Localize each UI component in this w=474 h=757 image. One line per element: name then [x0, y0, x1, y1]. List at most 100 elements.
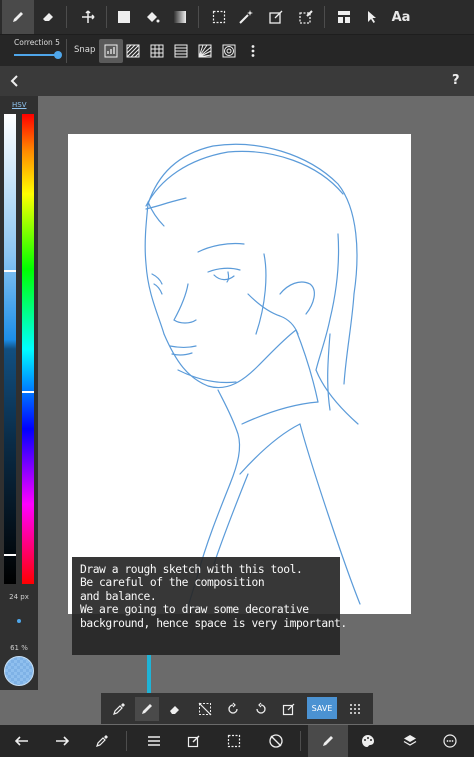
correction-slider[interactable]: [14, 51, 62, 59]
undo-icon: [15, 736, 28, 746]
chevron-left-icon: [10, 75, 18, 87]
snap-grid-button[interactable]: [145, 39, 169, 63]
palette-icon: [362, 735, 374, 747]
select-pen-icon: [299, 10, 313, 24]
correction-slider-knob[interactable]: [54, 51, 62, 59]
current-color-swatch[interactable]: [4, 656, 34, 686]
concentric-circles-icon: [222, 44, 236, 58]
snap-circle-button[interactable]: [217, 39, 241, 63]
color-panel-button[interactable]: [352, 725, 384, 757]
move-tool-button[interactable]: [72, 0, 104, 34]
brush-tool-button[interactable]: [2, 0, 34, 34]
undo-button[interactable]: [6, 725, 38, 757]
hamburger-icon: [148, 736, 160, 746]
pen-button[interactable]: [135, 697, 159, 721]
sv-slider-marker[interactable]: [4, 270, 16, 272]
cursor-icon: [368, 11, 376, 23]
color-mode-label[interactable]: HSV: [12, 101, 27, 109]
bottom-toolbar: [0, 725, 474, 757]
tooltip-line: Draw a rough sketch with this tool.: [80, 563, 303, 576]
panel-header-bar: ?: [0, 66, 474, 96]
magic-wand-tool-button[interactable]: [230, 0, 262, 34]
tutorial-tooltip: Draw a rough sketch with this tool. Be c…: [72, 557, 347, 655]
tooltip-line: We are going to draw some decorative: [80, 603, 309, 617]
toolbar-divider: [106, 6, 107, 28]
toolbar-divider: [66, 6, 67, 28]
eyedropper-icon: [113, 703, 125, 715]
parallel-lines-icon: [126, 44, 140, 58]
help-button[interactable]: ?: [452, 73, 460, 88]
saturation-value-slider[interactable]: [4, 114, 16, 584]
canvas-rotate-button[interactable]: [260, 725, 292, 757]
redo-button[interactable]: [46, 725, 78, 757]
transform-icon: [269, 10, 283, 24]
paint-bucket-icon: [147, 12, 160, 23]
correction-slider-fill: [14, 54, 58, 56]
eraser-icon: [170, 706, 179, 714]
snap-radial-button[interactable]: [193, 39, 217, 63]
select-pen-tool-button[interactable]: [290, 0, 322, 34]
brush-options-bar: Correction 5 Snap: [0, 34, 474, 66]
text-tool-button[interactable]: Aa: [386, 0, 416, 34]
opacity-label[interactable]: 61 %: [0, 644, 38, 652]
deselect-button[interactable]: [193, 697, 217, 721]
selection-button[interactable]: [218, 725, 250, 757]
snap-off-icon: [104, 44, 118, 58]
sketch-drawing: [144, 143, 361, 614]
help-icon: ?: [452, 73, 460, 88]
grid-dots-icon: [350, 704, 360, 714]
tooltip-line: and balance.: [80, 589, 157, 603]
pen-icon: [323, 736, 333, 746]
menu-button[interactable]: [138, 725, 170, 757]
hue-slider-marker[interactable]: [22, 391, 34, 393]
correction-label: Correction 5: [14, 38, 60, 47]
layers-icon: [403, 735, 417, 746]
save-button[interactable]: SAVE: [307, 697, 337, 719]
rotate-right-icon: [256, 702, 266, 714]
color-panel: HSV 24 px 61 %: [0, 96, 38, 690]
transform-button[interactable]: [277, 697, 301, 721]
hue-slider[interactable]: [22, 114, 34, 584]
move-icon: [82, 10, 95, 23]
eyedropper-button[interactable]: [86, 725, 118, 757]
layers-button[interactable]: [394, 725, 426, 757]
more-vertical-icon: [251, 45, 255, 57]
edit-button[interactable]: [178, 725, 210, 757]
more-tools-button[interactable]: [343, 697, 367, 721]
bottom-divider: [126, 731, 127, 751]
eraser-tool-button[interactable]: [32, 0, 64, 34]
toolbar-divider: [198, 6, 199, 28]
transform-tool-button[interactable]: [260, 0, 292, 34]
tooltip-line: Be careful of the composition: [80, 576, 265, 590]
snap-off-button[interactable]: [99, 39, 123, 63]
settings-button[interactable]: [434, 725, 466, 757]
main-toolbar: Aa: [0, 0, 474, 34]
select-arrow-button[interactable]: [356, 0, 388, 34]
brush-panel-button[interactable]: [308, 725, 348, 757]
marquee-icon: [227, 734, 241, 748]
snap-horizontal-button[interactable]: [169, 39, 193, 63]
eyedropper-button[interactable]: [107, 697, 131, 721]
brush-size-label[interactable]: 24 px: [0, 593, 38, 601]
gradient-icon: [174, 11, 186, 23]
eraser-button[interactable]: [163, 697, 187, 721]
gradient-tool-button[interactable]: [164, 0, 196, 34]
snap-label: Snap: [74, 45, 96, 55]
sv-slider-marker-lower[interactable]: [4, 554, 16, 556]
undo-rotate-button[interactable]: [221, 697, 245, 721]
tooltip-line: background, hence space is very importan…: [80, 616, 347, 630]
redo-rotate-button[interactable]: [249, 697, 273, 721]
snap-parallel-button[interactable]: [121, 39, 145, 63]
toolbar-divider: [324, 6, 325, 28]
deselect-icon: [198, 702, 212, 716]
drawing-canvas[interactable]: [68, 134, 411, 614]
eyedropper-icon: [96, 735, 108, 747]
bottom-divider: [300, 731, 301, 751]
square-fill-icon: [118, 11, 130, 23]
snap-more-button[interactable]: [241, 39, 265, 63]
rotate-left-icon: [228, 702, 238, 714]
edit-box-icon: [187, 735, 200, 748]
collapse-panel-button[interactable]: [8, 74, 20, 88]
rotate-canvas-icon: [269, 734, 283, 748]
magic-wand-icon: [239, 10, 253, 24]
